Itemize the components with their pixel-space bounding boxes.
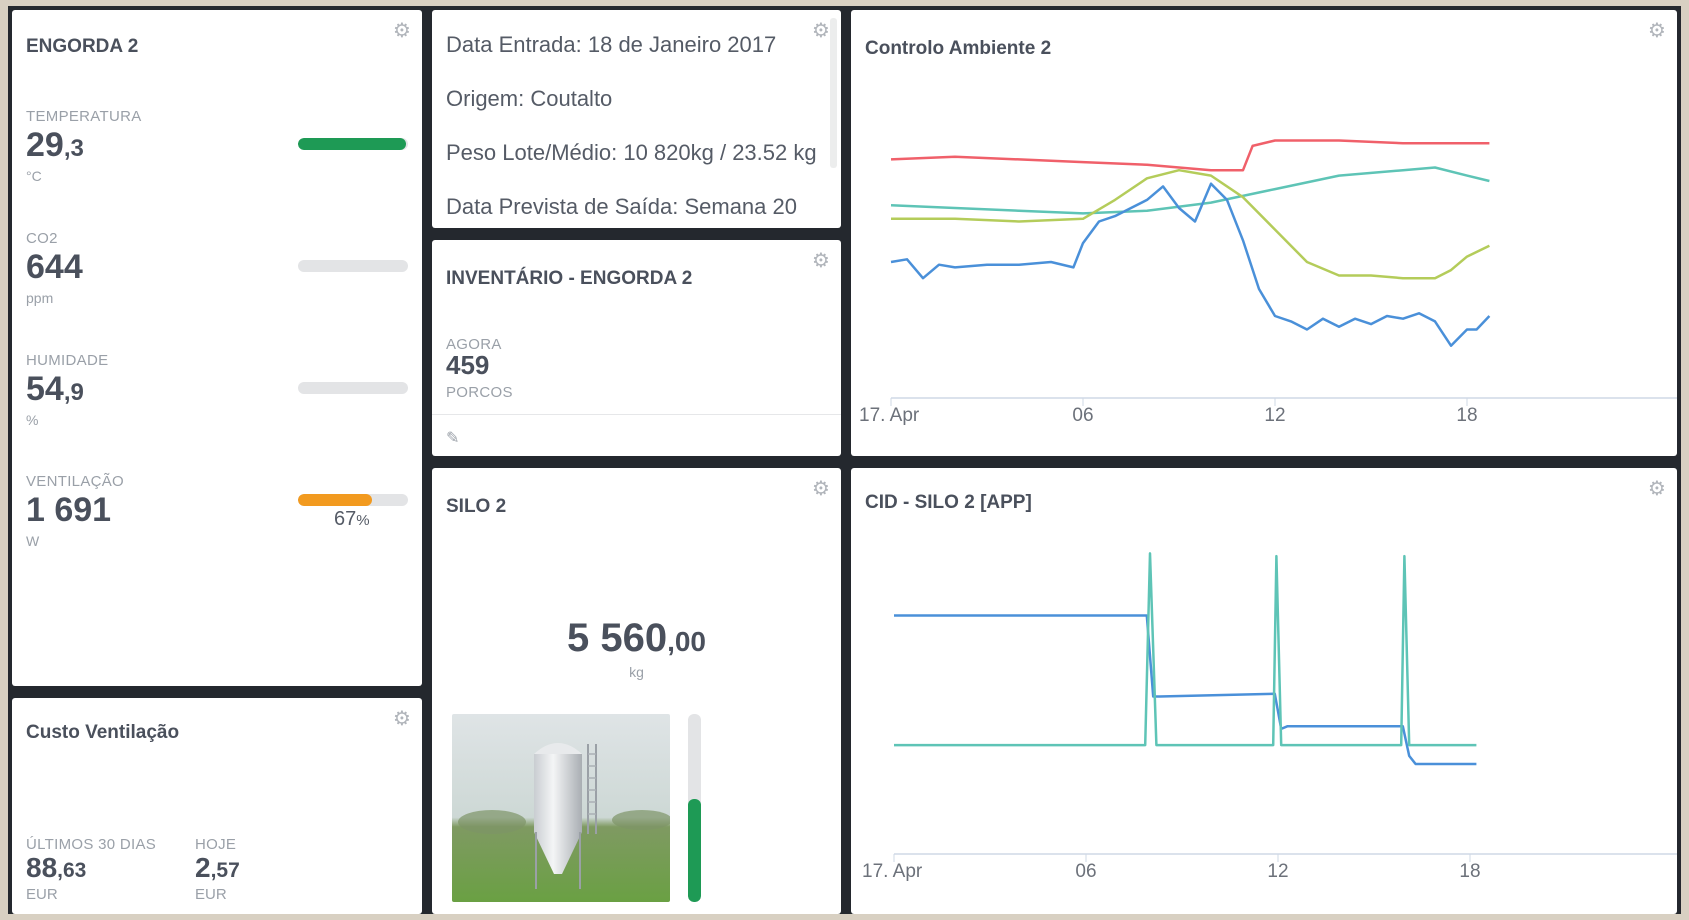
metric-unit: % bbox=[26, 412, 39, 428]
metric-label: TEMPERATURA bbox=[26, 108, 142, 125]
metric-value: 1 691 bbox=[26, 491, 112, 529]
metric-label: VENTILAÇÃO bbox=[26, 473, 125, 490]
custo-card: ⚙ Custo Ventilação ÚLTIMOS 30 DIAS 88,63… bbox=[12, 698, 422, 914]
custo-left-unit: EUR bbox=[26, 886, 58, 903]
metric-value: 54,9 bbox=[26, 370, 84, 408]
metric-percent: 67% bbox=[334, 508, 370, 530]
inventario-card: ⚙ INVENTÁRIO - ENGORDA 2 AGORA 459 PORCO… bbox=[432, 240, 841, 456]
x-tick-label: 06 bbox=[1072, 405, 1093, 426]
x-tick-label: 18 bbox=[1456, 405, 1477, 426]
series-line-0[interactable] bbox=[894, 614, 1477, 766]
x-tick-label: 17. Apr bbox=[859, 405, 920, 426]
card-title: ENGORDA 2 bbox=[26, 36, 139, 57]
ambiente-chart-card: ⚙ Controlo Ambiente 2 17. Apr 06 12 18 bbox=[851, 10, 1677, 456]
cid-chart: 17. Apr 06 12 18 bbox=[862, 552, 1677, 882]
divider bbox=[432, 414, 841, 415]
cid-chart-card: ⚙ CID - SILO 2 [APP] 17. Apr 06 12 18 bbox=[851, 468, 1677, 914]
custo-right-value: 2,57 bbox=[195, 852, 240, 883]
custo-right-label: HOJE bbox=[195, 836, 237, 853]
metric-value: 29,3 bbox=[26, 126, 84, 164]
custo-left-label: ÚLTIMOS 30 DIAS bbox=[26, 836, 157, 853]
metric-unit: ppm bbox=[26, 290, 54, 306]
silo-level-bar bbox=[688, 714, 701, 902]
x-tick-label: 17. Apr bbox=[862, 861, 923, 882]
series-line-1[interactable] bbox=[890, 166, 1490, 215]
metric-unit: °C bbox=[26, 168, 42, 184]
silo-image bbox=[452, 714, 670, 902]
metric-label: HUMIDADE bbox=[26, 352, 109, 369]
info-line-origem: Origem: Coutalto bbox=[446, 86, 613, 111]
metric-value: 644 bbox=[26, 248, 83, 286]
card-title: INVENTÁRIO - ENGORDA 2 bbox=[446, 268, 693, 289]
inventario-unit: PORCOS bbox=[446, 384, 513, 401]
silo-level-fill bbox=[688, 798, 701, 902]
series-line-1[interactable] bbox=[894, 552, 1477, 747]
x-tick-label: 18 bbox=[1459, 861, 1480, 882]
gear-icon[interactable]: ⚙ bbox=[811, 478, 831, 498]
metric-bar-fill bbox=[298, 138, 406, 150]
card-title: Custo Ventilação bbox=[26, 722, 180, 743]
info-card: ⚙ Data Entrada: 18 de Janeiro 2017 Orige… bbox=[432, 10, 841, 228]
info-line-entrada: Data Entrada: 18 de Janeiro 2017 bbox=[446, 32, 777, 57]
gear-icon[interactable]: ⚙ bbox=[811, 250, 831, 270]
metric-unit: W bbox=[26, 533, 40, 549]
scrollbar[interactable] bbox=[830, 18, 837, 168]
custo-left-value: 88,63 bbox=[26, 852, 87, 883]
ambiente-chart: 17. Apr 06 12 18 bbox=[859, 139, 1677, 426]
x-tick-label: 12 bbox=[1267, 861, 1288, 882]
metric-bar bbox=[298, 494, 408, 506]
info-line-saida: Data Prevista de Saída: Semana 20 bbox=[446, 194, 797, 219]
metric-bar bbox=[298, 260, 408, 272]
silo-value: 5 560,00 bbox=[566, 616, 707, 660]
info-line-peso: Peso Lote/Médio: 10 820kg / 23.52 kg bbox=[446, 140, 817, 165]
gear-icon[interactable]: ⚙ bbox=[392, 20, 412, 40]
silo-unit: kg bbox=[629, 664, 644, 680]
silo-card: ⚙ SILO 2 5 560,00 kg bbox=[432, 468, 841, 914]
metric-label: CO2 bbox=[26, 230, 58, 247]
gear-icon[interactable]: ⚙ bbox=[811, 20, 831, 40]
engorda-card: ⚙ ENGORDA 2 TEMPERATURA 29,3 °C CO2 644 … bbox=[12, 10, 422, 686]
inventario-value: 459 bbox=[446, 350, 490, 380]
series-line-0[interactable] bbox=[890, 139, 1490, 172]
gear-icon[interactable]: ⚙ bbox=[392, 708, 412, 728]
custo-right-unit: EUR bbox=[195, 886, 227, 903]
metric-bar bbox=[298, 138, 408, 150]
metric-bar bbox=[298, 382, 408, 394]
x-tick-label: 12 bbox=[1264, 405, 1285, 426]
edit-icon[interactable]: ✎ bbox=[446, 428, 459, 447]
card-title: SILO 2 bbox=[446, 496, 507, 517]
metric-bar-fill bbox=[298, 494, 372, 506]
x-tick-label: 06 bbox=[1075, 861, 1096, 882]
series-line-2[interactable] bbox=[891, 168, 1490, 280]
